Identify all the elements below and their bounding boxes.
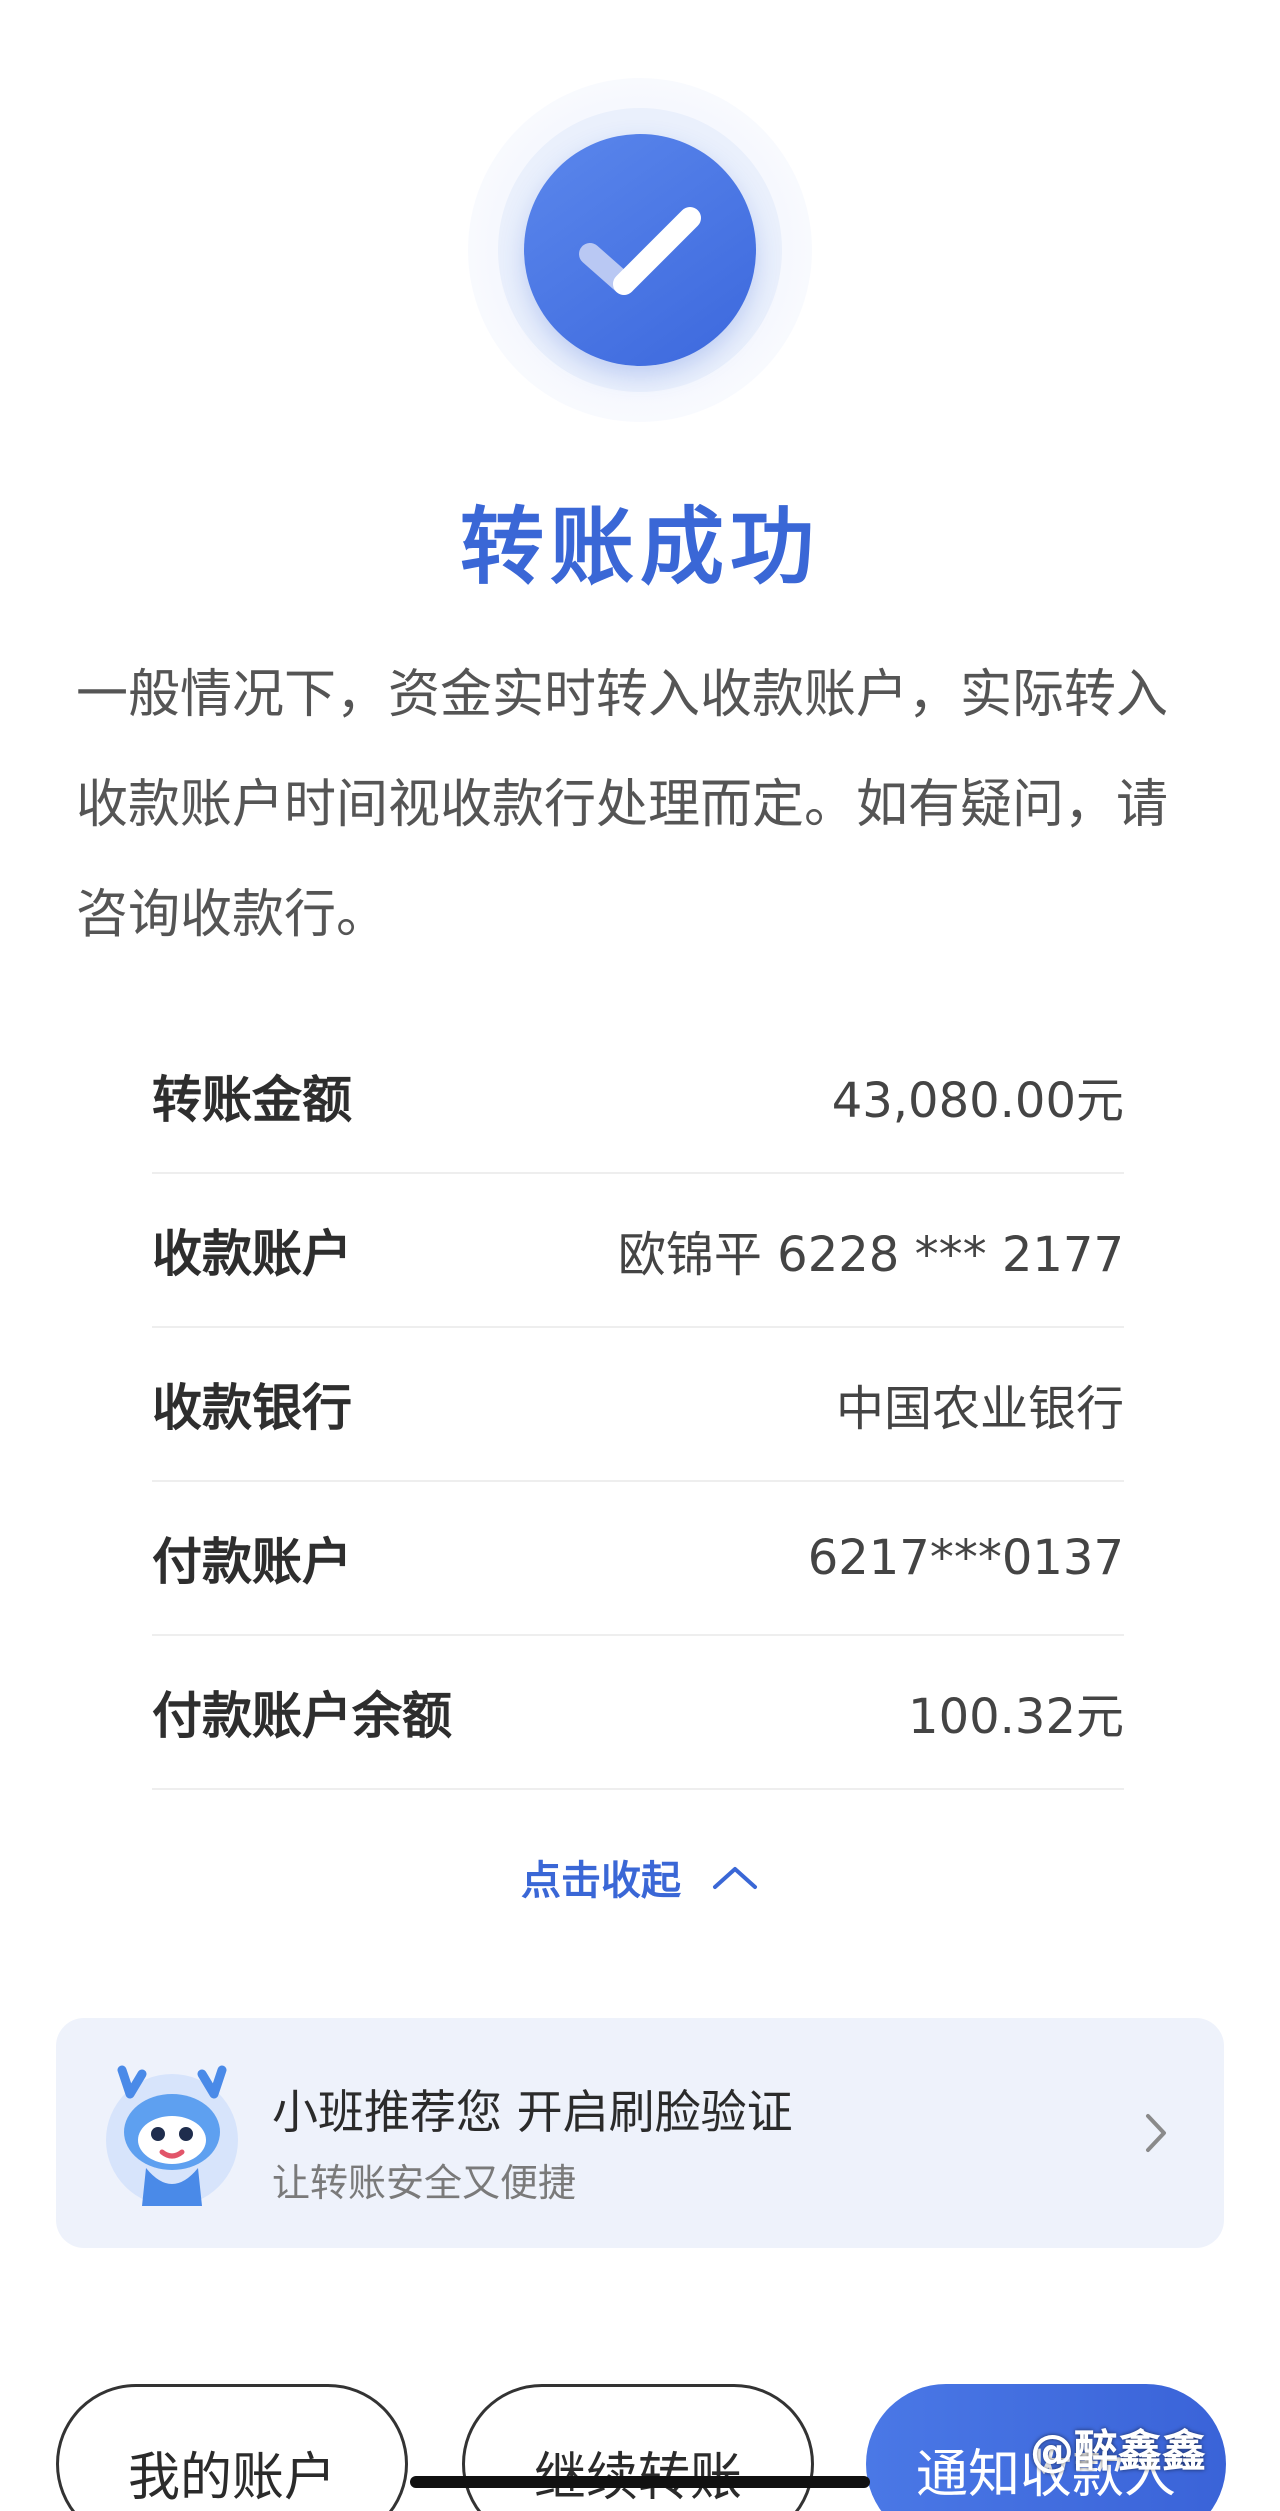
status-description: 一般情况下，资金实时转入收款账户，实际转入收款账户时间视收款行处理而定。如有疑问… — [76, 665, 1169, 945]
detail-value: 43,080.00元 — [831, 1073, 1124, 1129]
detail-value: 欧锦平 6228 *** 2177 — [617, 1227, 1124, 1283]
collapse-toggle[interactable]: 点击收起 — [0, 1848, 1280, 1906]
detail-label: 付款账户 — [152, 1533, 352, 1591]
watermark: @醉鑫鑫 — [1030, 2426, 1206, 2477]
face-verification-promo[interactable]: 小班推荐您 开启刷脸验证 让转账安全又便捷 — [56, 2018, 1224, 2248]
mascot-avatar — [106, 2065, 238, 2206]
detail-label: 付款账户余额 — [152, 1687, 452, 1745]
detail-row-payee-bank: 收款银行 中国农业银行 — [152, 1328, 1124, 1482]
promo-subtitle: 让转账安全又便捷 — [272, 2161, 577, 2205]
continue-transfer-button[interactable]: 继续转账 — [462, 2384, 814, 2511]
detail-row-amount: 转账金额 43,080.00元 — [152, 1020, 1124, 1174]
transfer-result-page: 转账成功 一般情况下，资金实时转入收款账户，实际转入收款账户时间视收款行处理而定… — [0, 0, 1280, 2511]
success-icon-ring — [498, 108, 782, 392]
detail-value: 6217***0137 — [807, 1530, 1124, 1586]
success-icon-halo — [468, 78, 812, 422]
detail-value: 100.32元 — [908, 1689, 1124, 1745]
chevron-right-icon — [1146, 2114, 1166, 2152]
detail-label: 收款银行 — [152, 1379, 352, 1437]
detail-label: 转账金额 — [152, 1071, 352, 1129]
status-title: 转账成功 — [459, 498, 820, 596]
detail-value: 中国农业银行 — [835, 1381, 1124, 1437]
detail-label: 收款账户 — [152, 1225, 352, 1283]
detail-row-payee-account: 收款账户 欧锦平 6228 *** 2177 — [152, 1174, 1124, 1328]
detail-row-payer-account: 付款账户 6217***0137 — [152, 1482, 1124, 1636]
detail-row-payer-balance: 付款账户余额 100.32元 — [152, 1636, 1124, 1790]
home-indicator — [410, 2476, 870, 2488]
collapse-label: 点击收起 — [521, 1858, 682, 1904]
my-account-button[interactable]: 我的账户 — [56, 2384, 408, 2511]
transfer-details: 转账金额 43,080.00元 收款账户 欧锦平 6228 *** 2177 收… — [152, 1020, 1124, 1790]
chevron-up-icon — [712, 1867, 757, 1889]
check-circle-icon — [524, 134, 756, 366]
promo-title: 小班推荐您 开启刷脸验证 — [272, 2085, 793, 2139]
